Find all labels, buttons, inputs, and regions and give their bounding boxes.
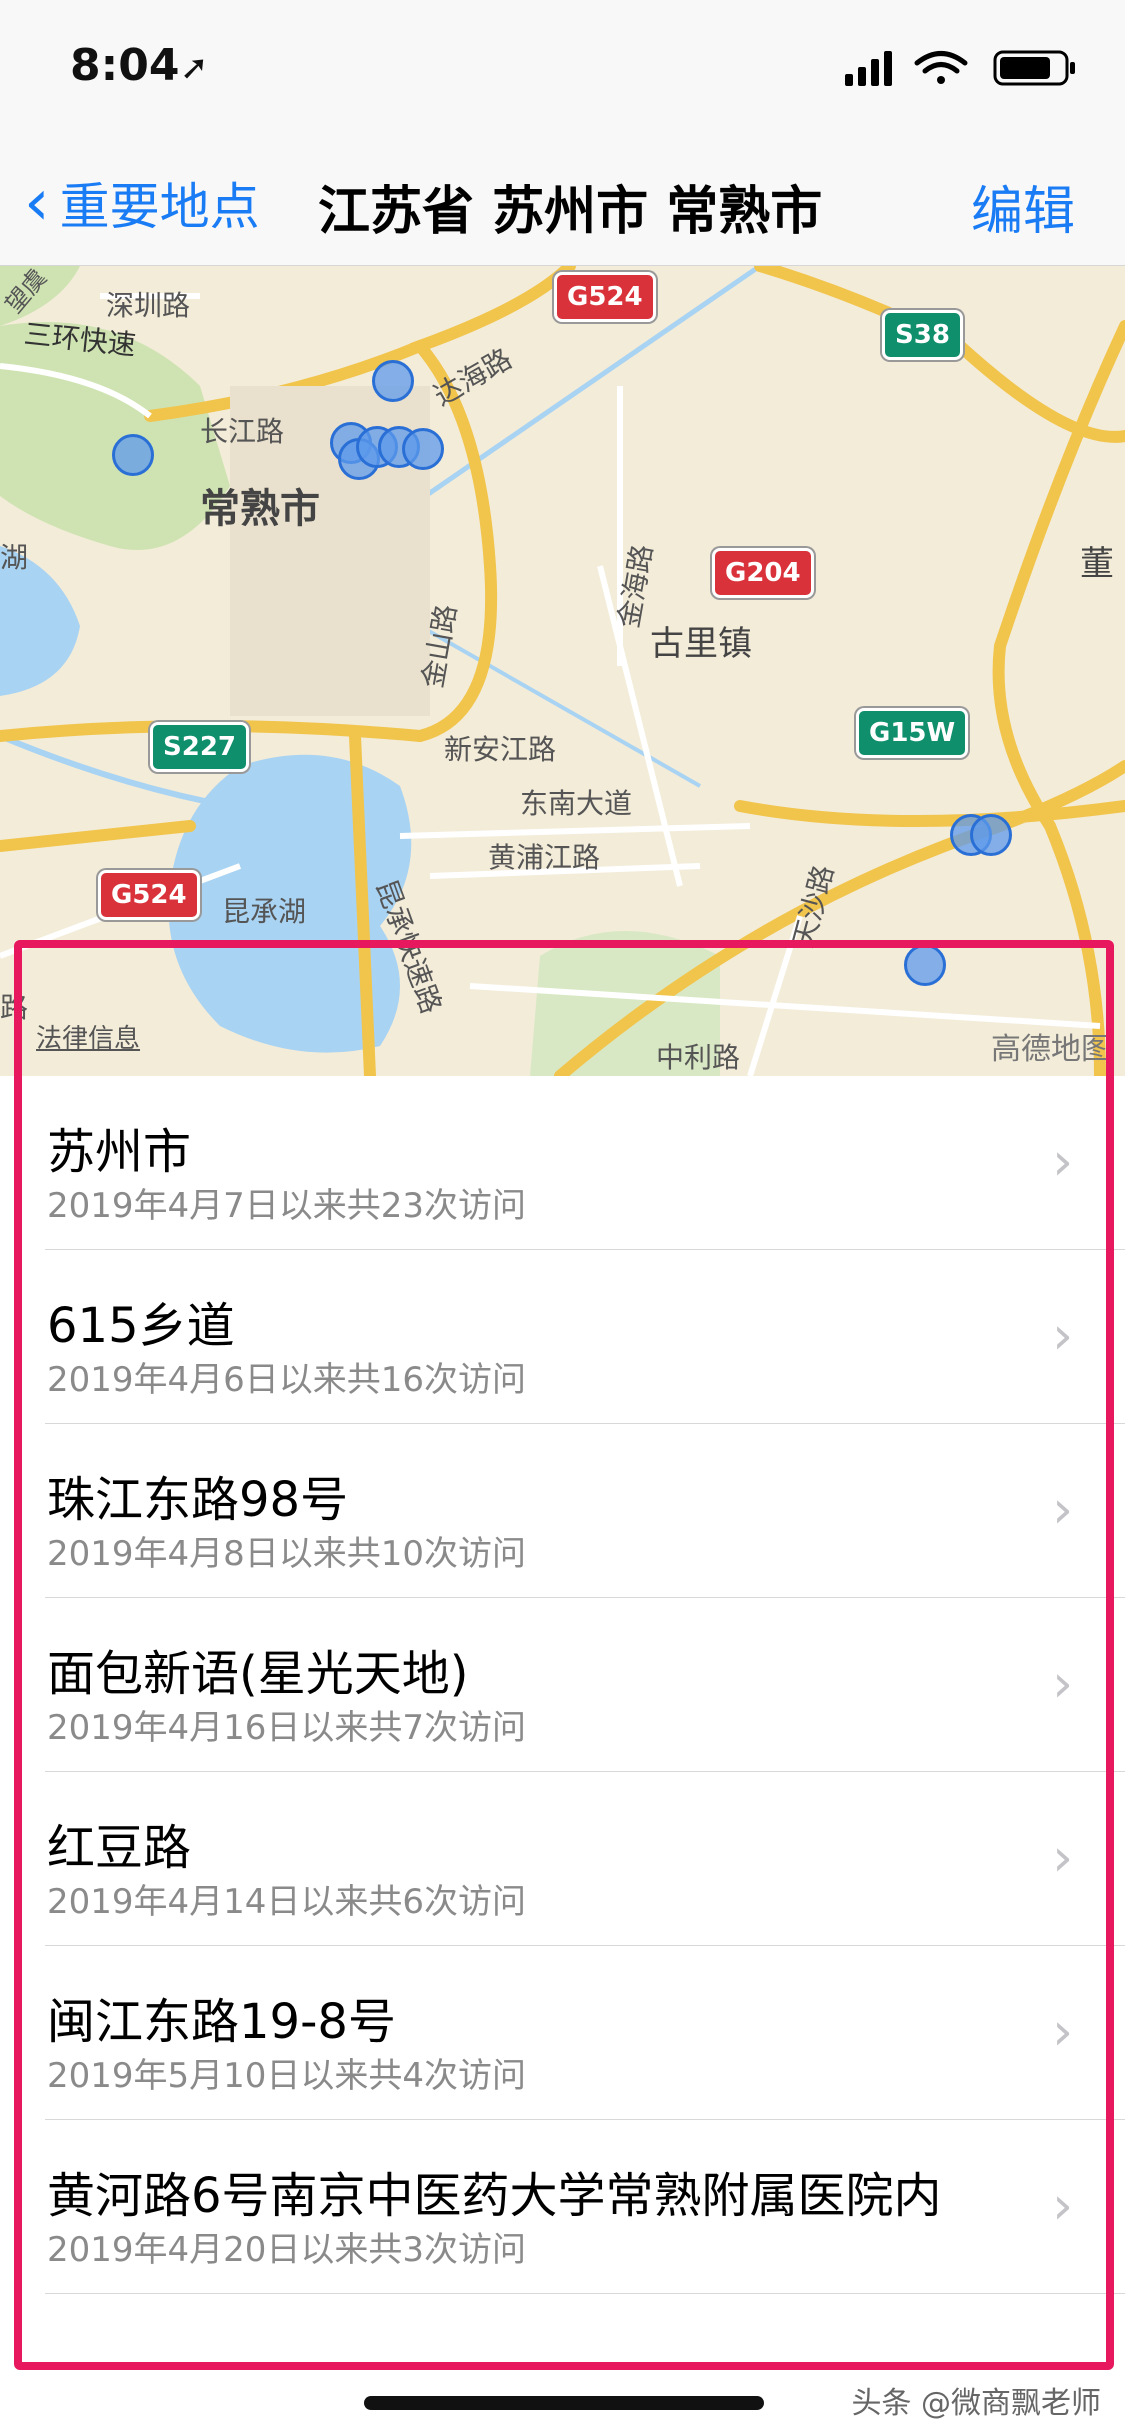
chevron-right-icon: › bbox=[1052, 2176, 1073, 2236]
map-view[interactable]: 深圳路 三环快速 望虞 长江路 达海路 常熟市 湖 金海路 金山路 古里镇 新安… bbox=[0, 266, 1125, 1076]
place-visits: 2019年4月14日以来共6次访问 bbox=[47, 1882, 527, 1922]
back-label: 重要地点 bbox=[59, 178, 260, 236]
map-label-xinanjiang-road: 新安江路 bbox=[444, 733, 557, 766]
chevron-right-icon: › bbox=[1052, 2002, 1073, 2062]
back-button[interactable]: ‹ 重要地点 bbox=[24, 167, 260, 239]
list-item[interactable]: 615乡道 2019年4月6日以来共16次访问 › bbox=[45, 1250, 1125, 1424]
shield-g204: G204 bbox=[712, 548, 814, 598]
map-label-lu: 路 bbox=[0, 991, 29, 1024]
place-name: 珠江东路98号 bbox=[47, 1472, 349, 1528]
chevron-right-icon: › bbox=[1052, 1306, 1073, 1366]
map-pin[interactable] bbox=[970, 814, 1012, 856]
place-visits: 2019年4月16日以来共7次访问 bbox=[47, 1708, 527, 1748]
map-attribution: 高德地图 bbox=[991, 1032, 1111, 1067]
shield-g524-left: G524 bbox=[98, 870, 200, 920]
status-icons bbox=[845, 50, 1075, 86]
edit-button[interactable]: 编辑 bbox=[971, 169, 1075, 244]
chevron-right-icon: › bbox=[1052, 1132, 1073, 1192]
map-pin[interactable] bbox=[372, 360, 414, 402]
map-label-hu: 湖 bbox=[0, 541, 29, 574]
list-item[interactable]: 面包新语(星光天地) 2019年4月16日以来共7次访问 › bbox=[45, 1598, 1125, 1772]
list-item[interactable]: 红豆路 2019年4月14日以来共6次访问 › bbox=[45, 1772, 1125, 1946]
place-name: 苏州市 bbox=[47, 1124, 192, 1180]
map-pin[interactable] bbox=[904, 944, 946, 986]
chevron-left-icon: ‹ bbox=[24, 166, 50, 240]
map-label-dong: 董 bbox=[1080, 544, 1114, 584]
map-pin[interactable] bbox=[402, 428, 444, 470]
chevron-right-icon: › bbox=[1052, 1480, 1073, 1540]
chevron-right-icon: › bbox=[1052, 1828, 1073, 1888]
map-label-zhongli-road: 中利路 bbox=[656, 1041, 741, 1074]
navigation-bar: ‹ 重要地点 江苏省 苏州市 常熟市 编辑 bbox=[0, 135, 1125, 266]
wifi-icon bbox=[914, 51, 968, 84]
map-label-dongnan-avenue: 东南大道 bbox=[520, 787, 633, 820]
place-visits: 2019年4月6日以来共16次访问 bbox=[47, 1360, 527, 1400]
legal-info-link[interactable]: 法律信息 bbox=[36, 1018, 140, 1055]
shield-g15w: G15W bbox=[856, 708, 969, 758]
place-name: 闽江东路19-8号 bbox=[47, 1994, 396, 2050]
list-item[interactable]: 黄河路6号南京中医药大学常熟附属医院内 2019年4月20日以来共3次访问 › bbox=[45, 2120, 1125, 2294]
chevron-right-icon: › bbox=[1052, 1654, 1073, 1714]
status-time: 8:04 bbox=[70, 40, 180, 91]
map-base bbox=[0, 266, 1125, 1076]
list-item-partial[interactable] bbox=[45, 2294, 1125, 2336]
map-label-huangpujiang-road: 黄浦江路 bbox=[488, 841, 601, 874]
list-item[interactable]: 苏州市 2019年4月7日以来共23次访问 › bbox=[45, 1076, 1125, 1250]
place-name: 红豆路 bbox=[47, 1820, 192, 1876]
location-arrow-icon: ➚ bbox=[180, 48, 209, 88]
place-visits: 2019年5月10日以来共4次访问 bbox=[47, 2056, 527, 2096]
list-item[interactable]: 闽江东路19-8号 2019年5月10日以来共4次访问 › bbox=[45, 1946, 1125, 2120]
map-label-changjiang-road: 长江路 bbox=[200, 415, 285, 448]
map-label-city: 常熟市 bbox=[200, 486, 320, 532]
status-bar: 8:04 ➚ bbox=[0, 0, 1125, 135]
place-name: 615乡道 bbox=[47, 1298, 235, 1354]
watermark: 头条 @微商飘老师 bbox=[851, 2386, 1101, 2421]
place-visits: 2019年4月20日以来共3次访问 bbox=[47, 2230, 527, 2270]
shield-s38: S38 bbox=[882, 310, 963, 360]
battery-icon bbox=[993, 50, 1075, 86]
map-label-shenzhen-road: 深圳路 bbox=[106, 289, 191, 322]
place-visits: 2019年4月7日以来共23次访问 bbox=[47, 1186, 527, 1226]
map-pin[interactable] bbox=[112, 434, 154, 476]
list-item[interactable]: 珠江东路98号 2019年4月8日以来共10次访问 › bbox=[45, 1424, 1125, 1598]
home-indicator[interactable] bbox=[364, 2396, 764, 2410]
places-list: 苏州市 2019年4月7日以来共23次访问 › 615乡道 2019年4月6日以… bbox=[0, 1076, 1125, 2336]
shield-g524-top: G524 bbox=[554, 272, 656, 322]
place-name: 黄河路6号南京中医药大学常熟附属医院内 bbox=[47, 2168, 942, 2224]
cellular-signal-icon bbox=[845, 51, 892, 86]
place-name: 面包新语(星光天地) bbox=[47, 1646, 469, 1702]
page-title: 江苏省 苏州市 常熟市 bbox=[318, 182, 823, 242]
map-label-kuncheng-lake: 昆承湖 bbox=[222, 895, 307, 928]
shield-s227: S227 bbox=[150, 722, 249, 772]
map-label-guli-town: 古里镇 bbox=[650, 624, 752, 664]
place-visits: 2019年4月8日以来共10次访问 bbox=[47, 1534, 527, 1574]
